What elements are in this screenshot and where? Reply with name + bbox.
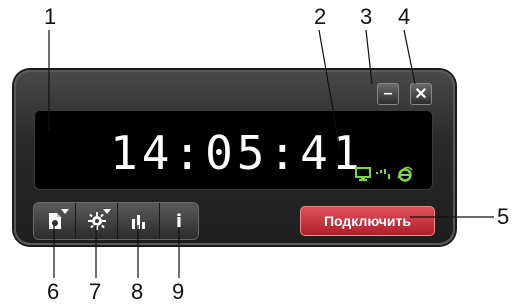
callout-3: 3 xyxy=(360,4,373,29)
status-icons xyxy=(355,166,413,182)
signal-icon xyxy=(376,169,390,179)
callout-2: 2 xyxy=(314,4,327,29)
callout-5: 5 xyxy=(497,204,510,229)
callout-8: 8 xyxy=(131,279,144,304)
stats-icon xyxy=(131,215,145,229)
monitor-icon xyxy=(355,167,371,181)
callout-6: 6 xyxy=(47,279,60,304)
minimize-button[interactable]: – xyxy=(377,83,399,105)
settings-button[interactable] xyxy=(76,203,118,239)
chevron-down-icon xyxy=(61,209,69,214)
statistics-button[interactable] xyxy=(118,203,160,239)
toolbar: i xyxy=(33,202,199,240)
info-button[interactable]: i xyxy=(160,203,198,239)
connect-button[interactable]: Подключить xyxy=(300,206,435,236)
clock-time: 14:05:41 xyxy=(110,126,364,180)
close-icon: ✕ xyxy=(414,86,428,103)
settings-icon xyxy=(87,212,106,230)
callout-1: 1 xyxy=(44,4,57,29)
chevron-down-icon xyxy=(103,209,111,214)
document-icon xyxy=(48,213,61,229)
close-button[interactable]: ✕ xyxy=(410,83,432,105)
callout-4: 4 xyxy=(398,4,411,29)
callout-9: 9 xyxy=(172,279,185,304)
minimize-icon: – xyxy=(383,85,393,102)
ie-icon xyxy=(397,166,413,182)
info-icon: i xyxy=(175,210,183,232)
callout-7: 7 xyxy=(89,279,102,304)
profiles-button[interactable] xyxy=(34,203,76,239)
